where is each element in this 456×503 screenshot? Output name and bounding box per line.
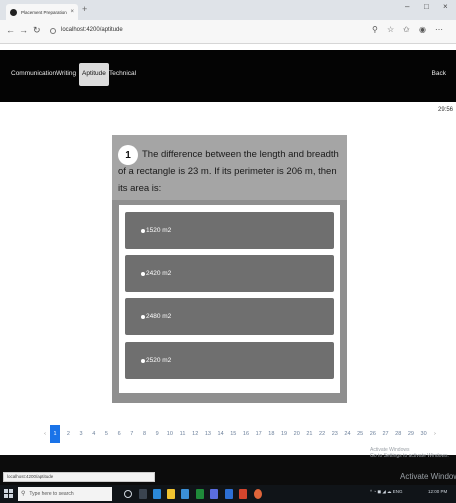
page-21[interactable]: 21	[303, 425, 316, 443]
option-label: 2480 m2	[146, 313, 172, 320]
info-icon[interactable]	[50, 28, 56, 34]
favorites-icon[interactable]: ✩	[403, 26, 410, 34]
pagination-next[interactable]: ›	[430, 425, 440, 443]
page-20[interactable]: 20	[290, 425, 303, 443]
option-label: 2520 m2	[146, 357, 172, 364]
tab-title: Placement Preparation	[21, 9, 67, 15]
file-explorer-icon[interactable]	[167, 489, 175, 499]
taskbar: ⚲ Type here to search ^ ◔ ◼ ◢ ☁ ENG 12:0…	[0, 485, 456, 503]
page-5[interactable]: 5	[100, 425, 113, 443]
word-icon[interactable]	[225, 489, 233, 499]
option-2[interactable]: 2420 m2	[125, 255, 334, 292]
page-22[interactable]: 22	[316, 425, 329, 443]
page-25[interactable]: 25	[354, 425, 367, 443]
radio-icon[interactable]	[141, 228, 145, 233]
activate-windows-watermark: Activate Windows	[400, 472, 456, 481]
radio-icon[interactable]	[141, 358, 145, 363]
favicon-icon	[10, 8, 17, 16]
page-18[interactable]: 18	[265, 425, 278, 443]
page-12[interactable]: 12	[189, 425, 202, 443]
page-16[interactable]: 16	[240, 425, 253, 443]
link-status-bar: localhost:4200/aptitude	[3, 472, 155, 482]
forward-arrow-icon[interactable]: →	[19, 26, 28, 35]
browser-tab[interactable]: Placement Preparation ×	[6, 4, 78, 20]
url-field[interactable]: localhost:4200/aptitude	[61, 27, 123, 33]
refresh-icon[interactable]: ↻	[33, 26, 41, 35]
page-10[interactable]: 10	[164, 425, 177, 443]
powerpoint-icon[interactable]	[239, 489, 247, 499]
pagination-prev[interactable]: ‹	[40, 425, 50, 443]
new-tab-button[interactable]: +	[82, 5, 87, 14]
option-label: 1520 m2	[146, 227, 172, 234]
tab-close-icon[interactable]: ×	[70, 9, 74, 15]
page-4[interactable]: 4	[87, 425, 100, 443]
app-icon[interactable]	[196, 489, 204, 499]
option-label: 2420 m2	[146, 270, 172, 277]
question-header: 1 The difference between the length and …	[112, 135, 347, 200]
page-24[interactable]: 24	[341, 425, 354, 443]
browser-tab-strip: Placement Preparation × + – □ ×	[0, 0, 456, 20]
pagination: ‹ 1 2 3 4 5 6 7 8 9 10 11 12 13 14 15 16 17 18 19 20 21 22 23 2…	[40, 425, 440, 443]
page-6[interactable]: 6	[113, 425, 126, 443]
search-icon: ⚲	[21, 491, 26, 497]
radio-icon[interactable]	[141, 271, 145, 276]
page-7[interactable]: 7	[125, 425, 138, 443]
edge-icon[interactable]	[153, 489, 161, 499]
profile-icon[interactable]: ◉	[419, 26, 426, 34]
windows-start-icon[interactable]	[4, 489, 13, 498]
nav-technical[interactable]: Technical	[109, 70, 136, 78]
options-container: 1520 m2 2420 m2 2480 m2 2520 m2	[119, 205, 340, 393]
nav-communication[interactable]: Communication	[11, 70, 56, 78]
page-29[interactable]: 29	[405, 425, 418, 443]
app-icon[interactable]	[210, 489, 218, 499]
page-17[interactable]: 17	[252, 425, 265, 443]
back-arrow-icon[interactable]: ←	[6, 26, 15, 35]
page-19[interactable]: 19	[278, 425, 291, 443]
question-text: The difference between the length and br…	[118, 149, 339, 194]
page-8[interactable]: 8	[138, 425, 151, 443]
page-3[interactable]: 3	[75, 425, 88, 443]
page-2[interactable]: 2	[62, 425, 75, 443]
page-27[interactable]: 27	[379, 425, 392, 443]
option-4[interactable]: 2520 m2	[125, 342, 334, 379]
taskbar-clock: 12:00 PM	[428, 489, 448, 494]
nav-back[interactable]: Back	[432, 70, 446, 78]
taskbar-search[interactable]: ⚲ Type here to search	[18, 487, 112, 501]
cortana-icon[interactable]	[124, 490, 132, 498]
page-9[interactable]: 9	[151, 425, 164, 443]
address-bar-row: ← → ↻ localhost:4200/aptitude ⚲ ☆ ✩ ◉ ⋯	[0, 20, 456, 44]
question-card: 1 The difference between the length and …	[112, 135, 347, 403]
activate-windows-sub: Go to Settings to activate Windows.	[370, 453, 449, 459]
task-view-icon[interactable]	[139, 489, 147, 499]
countdown-timer: 29:56	[437, 107, 453, 113]
radio-icon[interactable]	[141, 314, 145, 319]
close-window-icon[interactable]: ×	[443, 3, 448, 11]
zoom-icon[interactable]: ⚲	[372, 26, 378, 34]
page-1[interactable]: 1	[50, 425, 60, 443]
nav-writing[interactable]: Writing	[56, 70, 76, 78]
app-navbar: Communication Writing Aptitude Technical…	[0, 50, 456, 102]
page-15[interactable]: 15	[227, 425, 240, 443]
page-11[interactable]: 11	[176, 425, 189, 443]
option-3[interactable]: 2480 m2	[125, 298, 334, 335]
page-14[interactable]: 14	[214, 425, 227, 443]
page-26[interactable]: 26	[367, 425, 380, 443]
chrome-icon[interactable]	[254, 489, 262, 499]
page-13[interactable]: 13	[202, 425, 215, 443]
minimize-icon[interactable]: –	[405, 3, 409, 11]
page-23[interactable]: 23	[328, 425, 341, 443]
page-30[interactable]: 30	[417, 425, 430, 443]
store-icon[interactable]	[181, 489, 189, 499]
maximize-icon[interactable]: □	[424, 3, 429, 11]
settings-menu-icon[interactable]: ⋯	[435, 26, 443, 34]
option-1[interactable]: 1520 m2	[125, 212, 334, 249]
activate-windows-small: Activate Windows Go to Settings to activ…	[370, 447, 449, 459]
favorite-star-icon[interactable]: ☆	[387, 26, 394, 34]
system-tray-icons[interactable]: ^ ◔ ◼ ◢ ☁ ENG	[370, 489, 403, 495]
search-placeholder: Type here to search	[29, 491, 74, 497]
nav-aptitude[interactable]: Aptitude	[79, 63, 109, 86]
page-28[interactable]: 28	[392, 425, 405, 443]
